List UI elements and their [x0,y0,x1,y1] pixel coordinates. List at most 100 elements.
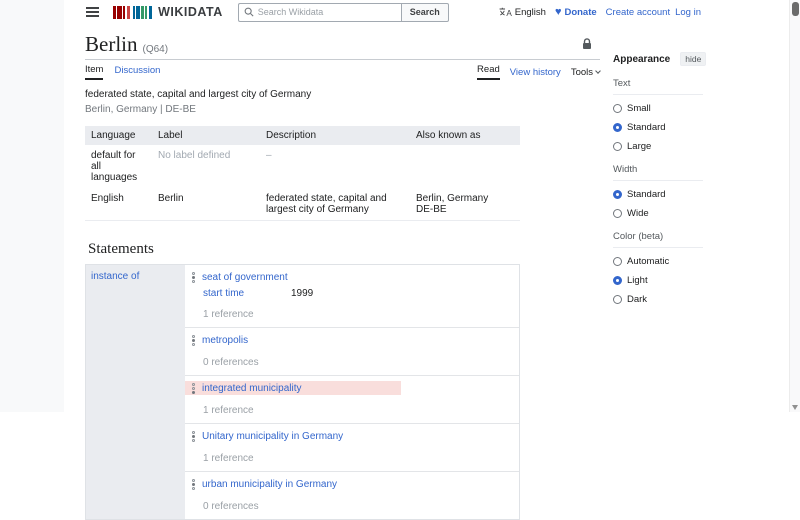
page-title: Berlin [85,32,138,56]
search-icon [244,7,254,17]
col-header-description: Description [260,126,410,145]
table-row: English Berlin federated state, capital … [85,188,520,221]
radio-selected-icon [613,190,622,199]
tools-menu[interactable]: Tools [570,66,601,78]
entity-description: federated state, capital and largest cit… [85,89,312,100]
chevron-down-icon [595,68,601,74]
radio-text-large[interactable]: Large [613,141,703,152]
donate-label: Donate [564,6,597,18]
radio-icon [613,104,622,113]
cell-language: English [85,188,152,221]
property-link[interactable]: instance of [91,271,139,282]
statement-claim: Unitary municipality in Germany 1 refere… [185,424,519,472]
tab-discussion[interactable]: Discussion [114,65,160,79]
rank-selector-icon[interactable] [188,271,198,283]
search-button[interactable]: Search [400,2,449,22]
radio-icon [613,257,622,266]
radio-color-light[interactable]: Light [613,275,703,286]
title-divider [85,59,600,60]
appearance-hide-button[interactable]: hide [680,52,707,66]
left-margin-rail [0,0,64,412]
claim-value-link[interactable]: urban municipality in Germany [202,479,337,490]
page-protection-lock-icon[interactable] [582,37,592,57]
search-input[interactable] [257,7,396,17]
radio-color-dark[interactable]: Dark [613,294,703,305]
terms-header-row: Language Label Description Also known as [85,126,520,145]
statement-claim: integrated municipality 1 reference [185,376,519,424]
wikidata-logo-barcode-icon [113,5,153,19]
radio-text-small[interactable]: Small [613,103,703,114]
statement-claim: metropolis 0 references [185,328,519,376]
references-toggle[interactable]: 1 reference [203,405,519,416]
table-row: default for all languages No label defin… [85,145,520,188]
tools-label: Tools [570,66,593,78]
cell-label: Berlin [152,188,260,221]
terms-table: Language Label Description Also known as… [85,126,520,221]
col-header-label: Label [152,126,260,145]
log-in-link[interactable]: Log in [675,7,701,18]
cell-language: default for all languages [85,145,152,188]
radio-selected-icon [613,123,622,132]
top-header-bar: WIKIDATA Search A English ♥ Donate Creat… [64,0,789,24]
statement-group: instance of seat of government start tim… [85,264,520,520]
appearance-panel: Appearance hide Text Small Standard Larg… [613,52,707,305]
references-toggle[interactable]: 1 reference [203,453,519,464]
radio-icon [613,295,622,304]
scrollbar-down-arrow-icon[interactable] [792,405,798,410]
claim-value-link[interactable]: integrated municipality [202,383,302,394]
deprecated-highlight: integrated municipality [185,381,401,395]
appearance-section-color: Color (beta) [613,231,703,248]
radio-color-automatic[interactable]: Automatic [613,256,703,267]
statement-property-column: instance of [86,265,185,519]
language-label: English [514,6,546,18]
references-toggle[interactable]: 0 references [203,357,519,368]
cell-description: – [260,145,410,188]
entity-id: (Q64) [142,44,169,55]
language-selector[interactable]: A English [499,7,546,18]
references-toggle[interactable]: 0 references [203,501,519,512]
scrollbar[interactable] [789,0,800,412]
statement-claim: urban municipality in Germany 0 referenc… [185,472,519,519]
radio-icon [613,209,622,218]
radio-text-standard[interactable]: Standard [613,122,703,133]
qualifier-property-link[interactable]: start time [203,288,291,299]
appearance-section-text: Text [613,78,703,95]
claim-value-link[interactable]: metropolis [202,335,248,346]
col-header-language: Language [85,126,152,145]
tab-read[interactable]: Read [477,64,500,80]
heart-icon: ♥ [554,5,562,18]
claim-qualifier: start time 1999 [203,288,519,299]
claim-value-link[interactable]: Unitary municipality in Germany [202,431,343,442]
radio-width-wide[interactable]: Wide [613,208,703,219]
wikidata-logo[interactable]: WIKIDATA [113,5,223,19]
rank-selector-icon[interactable] [188,334,198,346]
scrollbar-thumb[interactable] [792,2,799,16]
tab-view-history[interactable]: View history [510,67,561,78]
appearance-section-width: Width [613,164,703,181]
qualifier-value: 1999 [291,288,314,299]
donate-link[interactable]: ♥ Donate [554,5,597,18]
statements-heading: Statements [88,241,154,257]
radio-width-standard[interactable]: Standard [613,189,703,200]
tab-item[interactable]: Item [85,64,104,80]
cell-description: federated state, capital and largest cit… [260,188,410,221]
search-bar: Search [237,2,449,22]
appearance-title: Appearance [613,53,671,65]
col-header-also-known-as: Also known as [410,126,520,145]
create-account-link[interactable]: Create account [606,7,670,18]
rank-selector-icon[interactable] [188,478,198,490]
main-menu-icon[interactable] [86,6,99,18]
main-content: Berlin (Q64) Item Discussion Read View h… [64,24,601,520]
rank-selector-icon[interactable] [188,430,198,442]
references-toggle[interactable]: 1 reference [203,309,519,320]
language-icon: A [499,7,512,17]
wikidata-logo-text: WIKIDATA [158,5,223,19]
statement-claim: seat of government start time 1999 1 ref… [185,265,519,328]
svg-text:A: A [506,9,512,17]
claim-value-link[interactable]: seat of government [202,272,288,283]
page-tabs: Item Discussion Read View history Tools [85,64,601,80]
radio-icon [613,142,622,151]
entity-aliases: Berlin, Germany | DE-BE [85,104,196,115]
cell-aliases: Berlin, Germany DE-BE [410,188,520,221]
rank-selector-icon[interactable] [188,382,198,394]
